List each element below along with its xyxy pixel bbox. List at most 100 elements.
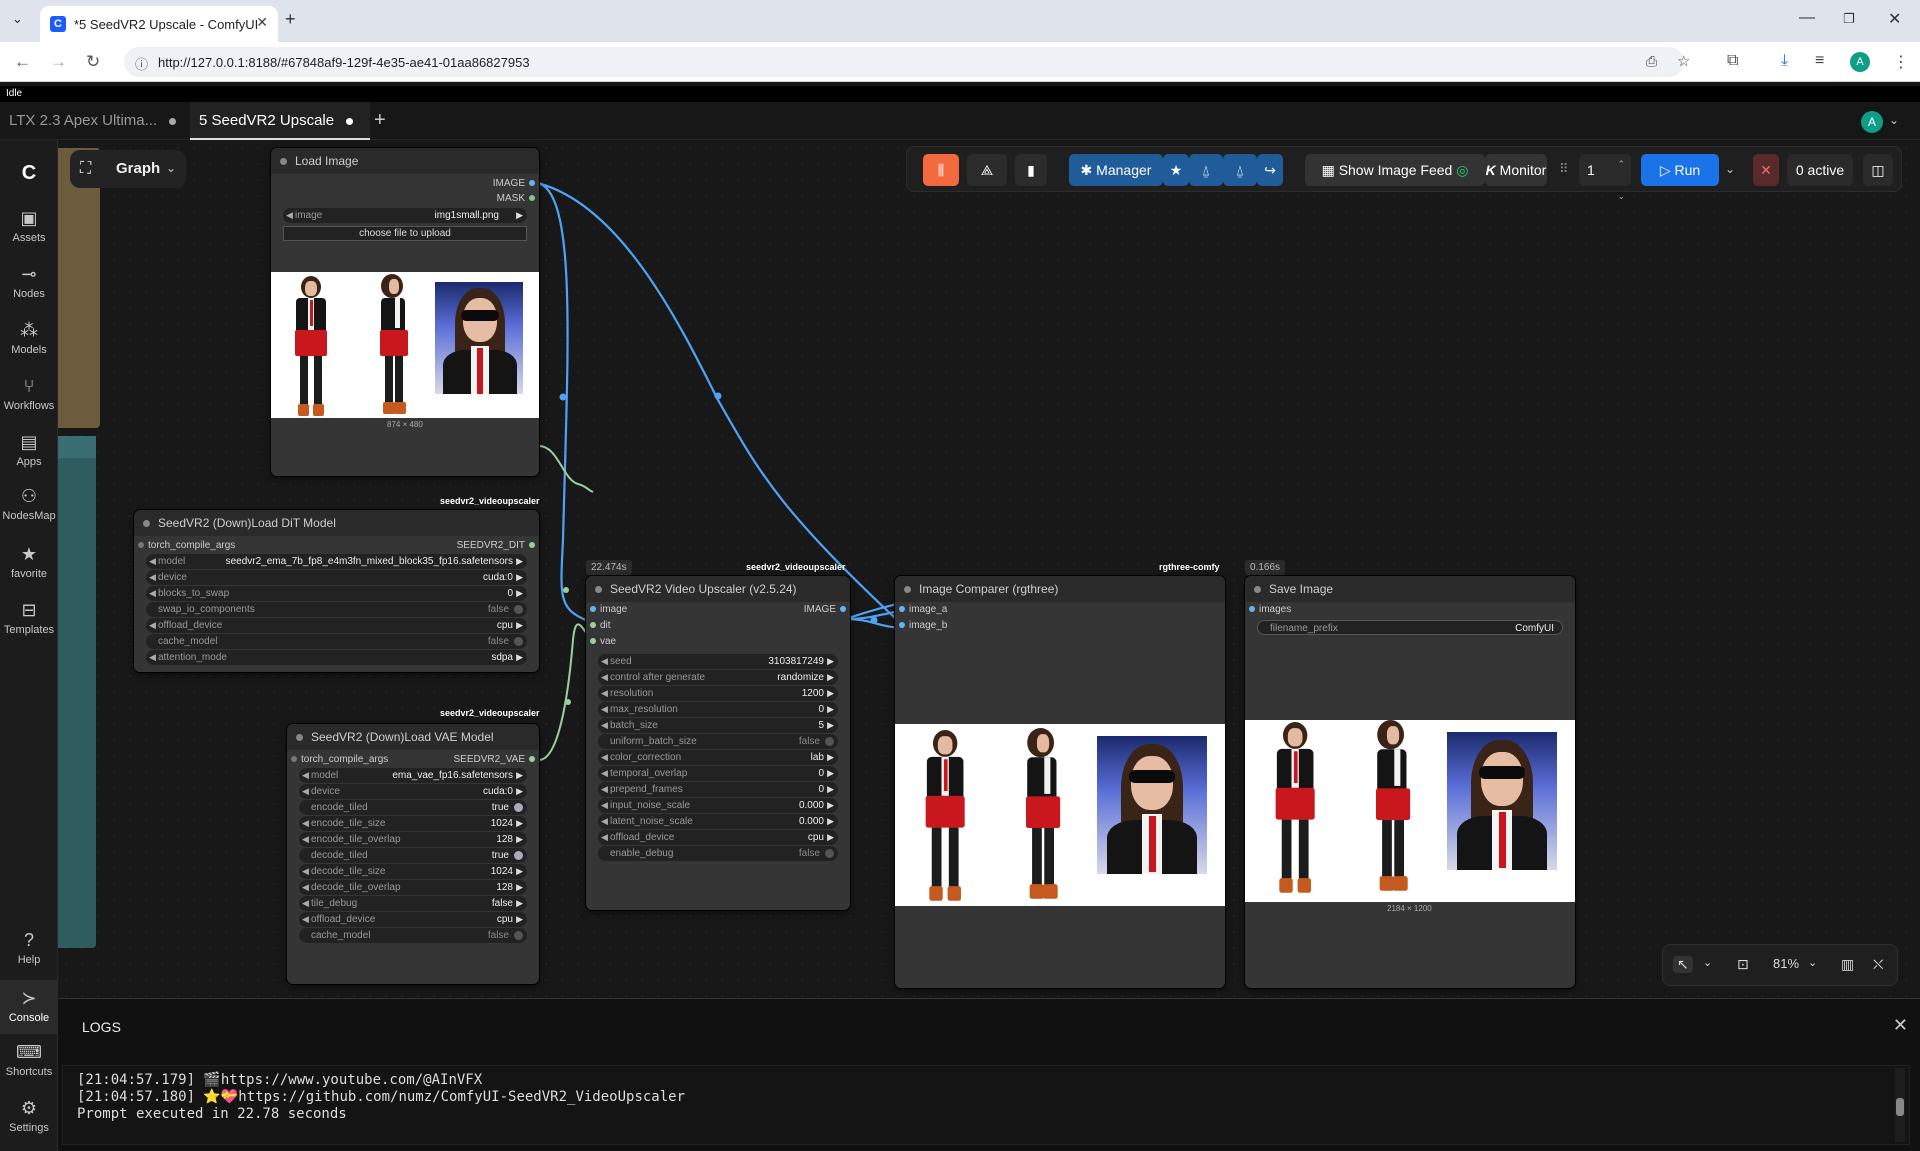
- output-image-slot[interactable]: [529, 180, 535, 186]
- arrow-left-icon[interactable]: ◀: [601, 654, 608, 669]
- arrow-left-icon[interactable]: ◀: [149, 554, 156, 569]
- bookmark-star-icon[interactable]: ☆: [1677, 52, 1690, 70]
- arrow-right-icon[interactable]: ▶: [516, 912, 523, 927]
- close-icon[interactable]: ✕: [1893, 1015, 1908, 1036]
- tool-button-a[interactable]: ⍙: [1189, 154, 1223, 186]
- new-workflow-icon[interactable]: +: [374, 109, 386, 132]
- toggle-switch-icon[interactable]: [514, 605, 523, 614]
- star-button[interactable]: ★: [1163, 154, 1189, 186]
- input-vae-slot[interactable]: [590, 638, 596, 644]
- arrow-right-icon[interactable]: ▶: [516, 208, 523, 223]
- node-tool-button[interactable]: ⟁: [967, 154, 1007, 186]
- zoom-level[interactable]: 81%: [1773, 956, 1799, 971]
- sidebar-item-favorite[interactable]: ★ favorite: [0, 544, 58, 580]
- toggle-switch-icon[interactable]: [825, 849, 834, 858]
- latent-noise-scale-widget[interactable]: ◀ latent_noise_scale 0.000 ▶: [598, 814, 838, 829]
- run-options-chevron-icon[interactable]: ⌄: [1725, 162, 1735, 176]
- attention-mode-widget[interactable]: ◀ attention_mode sdpa ▶: [146, 650, 527, 665]
- arrow-left-icon[interactable]: ◀: [149, 586, 156, 601]
- input-images-slot[interactable]: [1249, 606, 1255, 612]
- arrow-left-icon[interactable]: ◀: [302, 880, 309, 895]
- node-title[interactable]: SeedVR2 (Down)Load DiT Model: [134, 510, 539, 536]
- output-vae-slot[interactable]: [529, 756, 535, 762]
- output-dit-slot[interactable]: [529, 542, 535, 548]
- cancel-button[interactable]: ✕: [1753, 154, 1779, 186]
- downloads-icon[interactable]: ⤓: [1781, 52, 1788, 70]
- graph-canvas[interactable]: Load Image IMAGE MASK ◀ image img1small.…: [58, 140, 1920, 998]
- model-widget[interactable]: ◀ model ema_vae_fp16.safetensors ▶: [299, 768, 527, 783]
- arrow-left-icon[interactable]: ◀: [601, 670, 608, 685]
- choose-file-button[interactable]: choose file to upload: [283, 226, 527, 241]
- log-output[interactable]: [21:04:57.179] 🎬https://www.youtube.com/…: [62, 1065, 1910, 1145]
- hide-links-icon[interactable]: ⛌: [1873, 956, 1883, 973]
- arrow-left-icon[interactable]: ◀: [601, 830, 608, 845]
- sidebar-item-shortcuts[interactable]: ⌨ Shortcuts: [0, 1042, 58, 1078]
- input-noise-scale-widget[interactable]: ◀ input_noise_scale 0.000 ▶: [598, 798, 838, 813]
- forward-icon[interactable]: →: [50, 52, 67, 72]
- model-widget[interactable]: ◀ model seedvr2_ema_7b_fp8_e4m3fn_mixed_bl…: [146, 554, 527, 569]
- prepend-frames-widget[interactable]: ◀ prepend_frames 0 ▶: [598, 782, 838, 797]
- active-queue-button[interactable]: 0 active: [1787, 154, 1853, 186]
- arrow-left-icon[interactable]: ◀: [601, 750, 608, 765]
- arrow-right-icon[interactable]: ▶: [516, 570, 523, 585]
- manager-button[interactable]: ✱ Manager: [1069, 154, 1163, 186]
- device-widget[interactable]: ◀ device cuda:0 ▶: [146, 570, 527, 585]
- show-image-feed-button[interactable]: ▦ Show Image Feed ◎: [1305, 154, 1485, 186]
- arrow-right-icon[interactable]: ▶: [827, 718, 834, 733]
- arrow-left-icon[interactable]: ◀: [302, 832, 309, 847]
- arrow-right-icon[interactable]: ▶: [827, 654, 834, 669]
- color-correction-widget[interactable]: ◀ color_correction lab ▶: [598, 750, 838, 765]
- arrow-left-icon[interactable]: ◀: [601, 782, 608, 797]
- input-image-slot[interactable]: [590, 606, 596, 612]
- arrow-right-icon[interactable]: ▶: [827, 750, 834, 765]
- arrow-right-icon[interactable]: ▶: [827, 670, 834, 685]
- arrow-right-icon[interactable]: ▶: [827, 782, 834, 797]
- profile-avatar[interactable]: A: [1850, 52, 1870, 72]
- chevron-down-icon[interactable]: ⌄: [1808, 956, 1817, 969]
- arrow-right-icon[interactable]: ▶: [516, 618, 523, 633]
- input-compile-slot[interactable]: [138, 542, 144, 548]
- arrow-right-icon[interactable]: ▶: [516, 864, 523, 879]
- share-button[interactable]: ↪: [1257, 154, 1283, 186]
- scroll-thumb[interactable]: [1896, 1098, 1904, 1116]
- fit-view-icon[interactable]: ⊡: [1737, 956, 1749, 973]
- tile-debug-widget[interactable]: ◀ tile_debug false ▶: [299, 896, 527, 911]
- media-icon[interactable]: ≡: [1815, 52, 1824, 70]
- input-compile-slot[interactable]: [291, 756, 297, 762]
- arrow-right-icon[interactable]: ▶: [516, 554, 523, 569]
- arrow-right-icon[interactable]: ▶: [516, 784, 523, 799]
- output-image-slot[interactable]: [840, 606, 846, 612]
- address-field[interactable]: ⓘ http://127.0.0.1:8188/#67848af9-129f-4…: [124, 47, 1690, 77]
- toggle-switch-icon[interactable]: [514, 637, 523, 646]
- sidebar-item-console[interactable]: ≻ Console: [0, 980, 58, 1034]
- save-image-node[interactable]: Save Image images filename_prefix ComfyU…: [1245, 576, 1575, 988]
- monitor-button[interactable]: K Monitor: [1485, 154, 1547, 186]
- temporal-overlap-widget[interactable]: ◀ temporal_overlap 0 ▶: [598, 766, 838, 781]
- control-after-generate-widget[interactable]: ◀ control after generate randomize ▶: [598, 670, 838, 685]
- node-title[interactable]: Load Image: [271, 148, 539, 174]
- node-title[interactable]: SeedVR2 (Down)Load VAE Model: [287, 724, 539, 750]
- encode-tiled-widget[interactable]: encode_tiled true: [299, 800, 527, 815]
- minimize-icon[interactable]: —: [1799, 9, 1815, 27]
- arrow-right-icon[interactable]: ▶: [827, 702, 834, 717]
- arrow-right-icon[interactable]: ▶: [516, 880, 523, 895]
- workflow-tab-ltx[interactable]: LTX 2.3 Apex Ultima...: [0, 102, 190, 140]
- input-dit-slot[interactable]: [590, 622, 596, 628]
- decode-tile-overlap-widget[interactable]: ◀ decode_tile_overlap 128 ▶: [299, 880, 527, 895]
- filename-prefix-input[interactable]: filename_prefix ComfyUI: [1257, 620, 1563, 635]
- drag-handle-icon[interactable]: ⠿: [1559, 161, 1569, 177]
- extensions-icon[interactable]: ⧉: [1727, 52, 1738, 70]
- decode-tiled-widget[interactable]: decode_tiled true: [299, 848, 527, 863]
- enable-debug-widget[interactable]: enable_debug false: [598, 846, 838, 861]
- tool-button-b[interactable]: ⍙: [1223, 154, 1257, 186]
- uniform-batch-size-widget[interactable]: uniform_batch_size false: [598, 734, 838, 749]
- chevron-down-icon[interactable]: ⌄: [1889, 113, 1899, 127]
- resolution-widget[interactable]: ◀ resolution 1200 ▶: [598, 686, 838, 701]
- log-scrollbar[interactable]: [1895, 1068, 1905, 1142]
- close-tab-icon[interactable]: ✕: [256, 14, 268, 31]
- audio-wave-button[interactable]: ⫼: [923, 154, 959, 186]
- select-tool-icon[interactable]: ↖: [1673, 956, 1693, 973]
- offload-device-widget[interactable]: ◀ offload_device cpu ▶: [146, 618, 527, 633]
- browser-menu-icon[interactable]: ⋮: [1893, 52, 1909, 72]
- arrow-left-icon[interactable]: ◀: [601, 702, 608, 717]
